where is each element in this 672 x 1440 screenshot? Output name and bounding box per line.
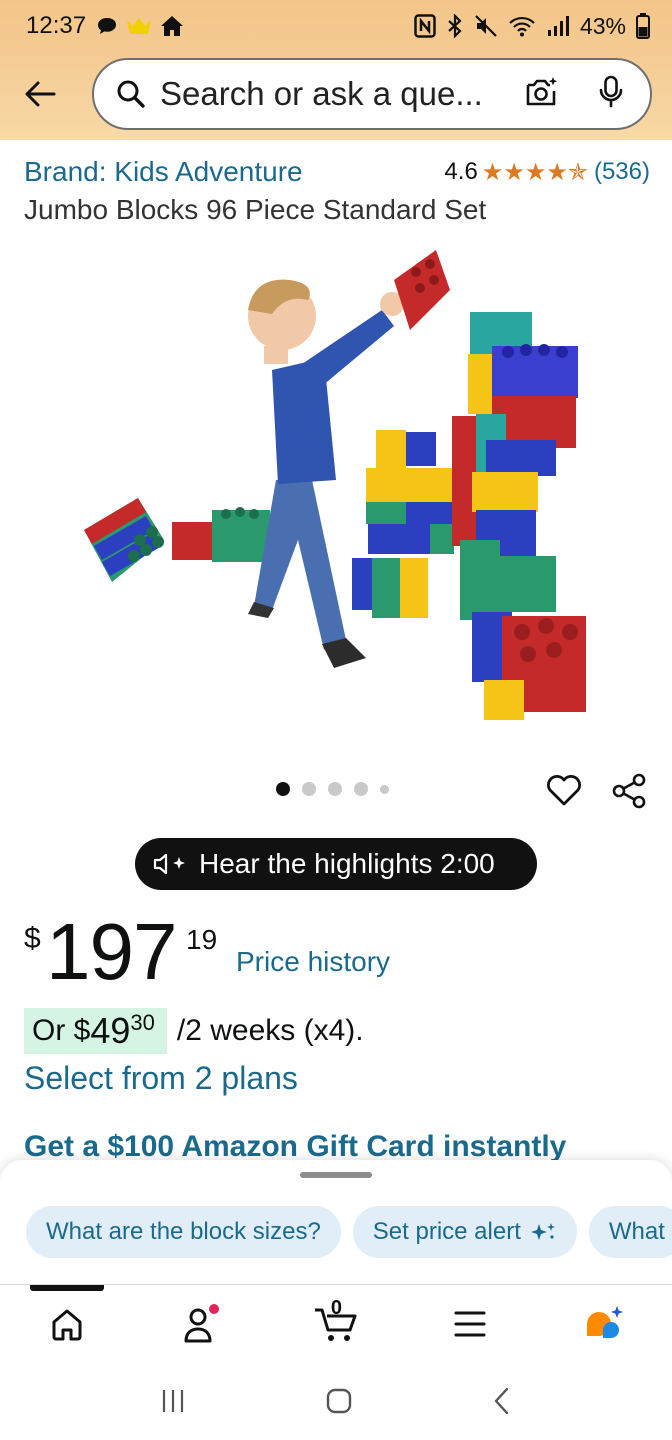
carousel-dot[interactable]: [380, 784, 389, 794]
price-fraction: 19: [186, 924, 218, 955]
held-block: [394, 250, 450, 330]
carousel-dot[interactable]: [276, 782, 290, 796]
home-icon: [52, 1309, 82, 1340]
bluetooth-icon: [446, 14, 464, 38]
recent-apps-icon[interactable]: [160, 1388, 186, 1414]
bottom-nav: 0: [0, 1284, 672, 1362]
notification-dot: [208, 1303, 219, 1314]
price-whole: 197: [46, 907, 177, 996]
system-nav-bar: [0, 1362, 672, 1440]
home-notification-icon: [160, 15, 184, 37]
plan-price-badge: Or $49 30: [24, 1008, 167, 1054]
wifi-icon: [508, 15, 536, 37]
mute-icon: [474, 14, 498, 38]
price-history-link[interactable]: Price history: [236, 946, 390, 978]
gift-card-promo[interactable]: Get a $100 Amazon Gift Card instantly: [24, 1130, 566, 1164]
sparkle-icon: [530, 1223, 555, 1240]
nav-home[interactable]: [0, 1285, 134, 1362]
suggestion-chip[interactable]: What are the block sizes?: [26, 1206, 341, 1258]
plan-fraction: 30: [130, 1010, 155, 1035]
nfc-icon: [414, 14, 436, 38]
brand-link[interactable]: Brand: Kids Adventure: [24, 156, 303, 188]
plan-whole: 49: [90, 1010, 131, 1051]
suggestion-chip-label: Set price alert: [372, 1218, 521, 1245]
brand-rating-row: Brand: Kids Adventure 4.6 ★★★★✯ (536): [24, 152, 650, 192]
rating-summary[interactable]: 4.6 ★★★★✯ (536): [444, 158, 650, 187]
carousel-dot[interactable]: [354, 782, 368, 796]
system-home-icon[interactable]: [325, 1387, 353, 1415]
plan-currency: $: [73, 1014, 91, 1047]
menu-icon: [454, 1311, 486, 1336]
speaker-sparkle-icon: [153, 853, 185, 875]
share-icon[interactable]: [610, 772, 648, 810]
middle-stack: [352, 430, 454, 618]
microphone-icon[interactable]: [598, 75, 624, 114]
search-icon: [117, 80, 145, 108]
status-time: 12:37: [26, 12, 87, 39]
product-title: Jumbo Blocks 96 Piece Standard Set: [24, 194, 487, 225]
suggestion-chip-price-alert[interactable]: Set price alert: [352, 1206, 577, 1258]
block-wall: [452, 312, 586, 720]
plan-terms: /2 weeks (x4).: [176, 1014, 364, 1047]
rating-value: 4.6: [444, 158, 478, 185]
crown-notification-icon: [126, 17, 152, 35]
sheet-drag-handle[interactable]: [300, 1172, 372, 1178]
highlights-label: Hear the highlights 2:00: [199, 848, 495, 879]
nav-cart[interactable]: 0: [269, 1285, 403, 1362]
suggestion-chips: What are the block sizes? Set price aler…: [26, 1206, 672, 1258]
signal-icon: [546, 15, 570, 37]
select-plans-link[interactable]: Select from 2 plans: [24, 1060, 298, 1097]
rating-stars: ★★★★✯: [481, 158, 588, 186]
suggestions-sheet: What are the block sizes? Set price aler…: [0, 1160, 672, 1284]
cart-count: 0: [330, 1297, 342, 1319]
plan-or: Or: [32, 1014, 66, 1047]
nav-rufus[interactable]: [538, 1285, 672, 1362]
back-arrow-icon: [25, 81, 56, 107]
suggestion-chip[interactable]: What: [588, 1206, 672, 1258]
image-carousel-dots: [276, 782, 389, 796]
search-input[interactable]: Search or ask a que...: [92, 58, 652, 130]
nav-account[interactable]: [134, 1285, 268, 1362]
review-count: (536): [593, 158, 650, 185]
installment-plan: Or $49 30 /2 weeks (x4).: [24, 1008, 364, 1054]
camera-search-icon[interactable]: [524, 76, 558, 113]
product-image[interactable]: [76, 240, 596, 725]
account-icon: [184, 1303, 219, 1342]
search-placeholder: Search or ask a que...: [160, 75, 483, 112]
back-button[interactable]: [0, 56, 80, 132]
carousel-dot[interactable]: [328, 782, 342, 796]
search-row: Search or ask a que...: [0, 56, 672, 132]
system-back-icon[interactable]: [492, 1386, 512, 1416]
fallen-blocks: [84, 498, 270, 582]
nav-menu[interactable]: [403, 1285, 537, 1362]
status-bar: 12:37 43%: [0, 0, 672, 52]
heart-icon[interactable]: [546, 772, 582, 808]
hear-highlights-button[interactable]: Hear the highlights 2:00: [135, 838, 537, 890]
chat-notification-icon: [96, 16, 118, 36]
price-currency: $: [24, 922, 41, 955]
rufus-icon: [586, 1305, 623, 1338]
battery-icon: [636, 13, 650, 39]
carousel-dot[interactable]: [302, 782, 316, 796]
battery-percent: 43%: [579, 12, 626, 39]
